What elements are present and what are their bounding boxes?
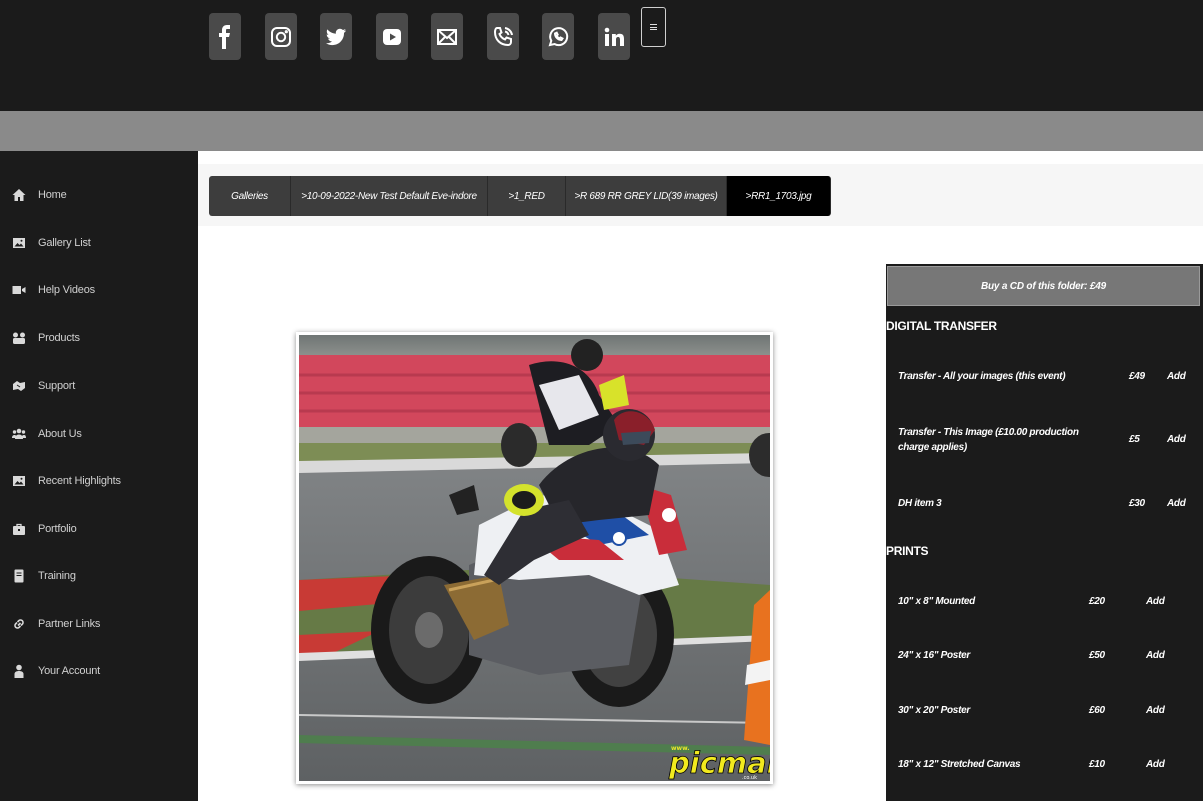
instagram-icon[interactable] xyxy=(265,13,297,60)
top-header xyxy=(0,0,1203,111)
add-button[interactable]: Add xyxy=(1167,434,1186,445)
email-icon[interactable] xyxy=(431,13,463,60)
sidebar-item-portfolio[interactable]: Portfolio xyxy=(0,514,198,544)
hamburger-icon xyxy=(650,24,657,30)
breadcrumb: Galleries >10-09-2022-New Test Default E… xyxy=(209,176,831,216)
add-button[interactable]: Add xyxy=(1146,596,1165,607)
image-icon xyxy=(12,474,26,488)
breadcrumb-subfolder[interactable]: >R 689 RR GREY LID(39 images) xyxy=(566,176,727,216)
image-icon xyxy=(12,236,26,250)
phone-icon[interactable] xyxy=(487,13,519,60)
sidebar-item-products[interactable]: Products xyxy=(0,323,198,353)
breadcrumb-current-image[interactable]: >RR1_1703.jpg xyxy=(727,176,831,216)
prints-heading: PRINTS xyxy=(886,544,929,558)
motorcycle-photo: www. picman .co.uk xyxy=(299,335,770,781)
sidebar-item-partner-links[interactable]: Partner Links xyxy=(0,609,198,639)
sidebar: Home Gallery List Help Videos Products S… xyxy=(0,151,198,801)
sidebar-item-gallery-list[interactable]: Gallery List xyxy=(0,228,198,258)
main-photo[interactable]: www. picman .co.uk xyxy=(296,332,773,784)
user-icon xyxy=(12,664,26,678)
twitter-icon[interactable] xyxy=(320,13,352,60)
breadcrumb-event[interactable]: >10-09-2022-New Test Default Eve-indore xyxy=(291,176,488,216)
products-icon xyxy=(12,331,26,345)
purchase-panel xyxy=(886,264,1203,801)
briefcase-icon xyxy=(12,522,26,536)
breadcrumb-folder[interactable]: >1_RED xyxy=(488,176,566,216)
svg-text:.co.uk: .co.uk xyxy=(742,775,757,781)
sidebar-item-your-account[interactable]: Your Account xyxy=(0,656,198,686)
menu-toggle-button[interactable] xyxy=(641,7,666,47)
video-camera-icon xyxy=(12,283,26,297)
digital-transfer-heading: DIGITAL TRANSFER xyxy=(886,319,997,333)
youtube-icon[interactable] xyxy=(376,13,408,60)
breadcrumb-galleries[interactable]: Galleries xyxy=(209,176,291,216)
link-icon xyxy=(12,617,26,631)
add-button[interactable]: Add xyxy=(1146,705,1165,716)
add-button[interactable]: Add xyxy=(1167,498,1186,509)
sidebar-item-training[interactable]: Training xyxy=(0,561,198,591)
sidebar-item-help-videos[interactable]: Help Videos xyxy=(0,275,198,305)
sidebar-item-recent-highlights[interactable]: Recent Highlights xyxy=(0,466,198,496)
linkedin-icon[interactable] xyxy=(598,13,630,60)
book-icon xyxy=(12,569,26,583)
home-icon xyxy=(12,188,26,202)
sidebar-item-home[interactable]: Home xyxy=(0,180,198,210)
support-icon xyxy=(12,379,26,393)
users-icon xyxy=(12,427,26,441)
add-button[interactable]: Add xyxy=(1146,759,1165,770)
whatsapp-icon[interactable] xyxy=(542,13,574,60)
buy-cd-button[interactable]: Buy a CD of this folder: £49 xyxy=(887,266,1200,306)
add-button[interactable]: Add xyxy=(1167,371,1186,382)
sidebar-item-support[interactable]: Support xyxy=(0,371,198,401)
add-button[interactable]: Add xyxy=(1146,650,1165,661)
facebook-icon[interactable] xyxy=(209,13,241,60)
sidebar-item-about-us[interactable]: About Us xyxy=(0,419,198,449)
gray-banner xyxy=(0,111,1203,151)
